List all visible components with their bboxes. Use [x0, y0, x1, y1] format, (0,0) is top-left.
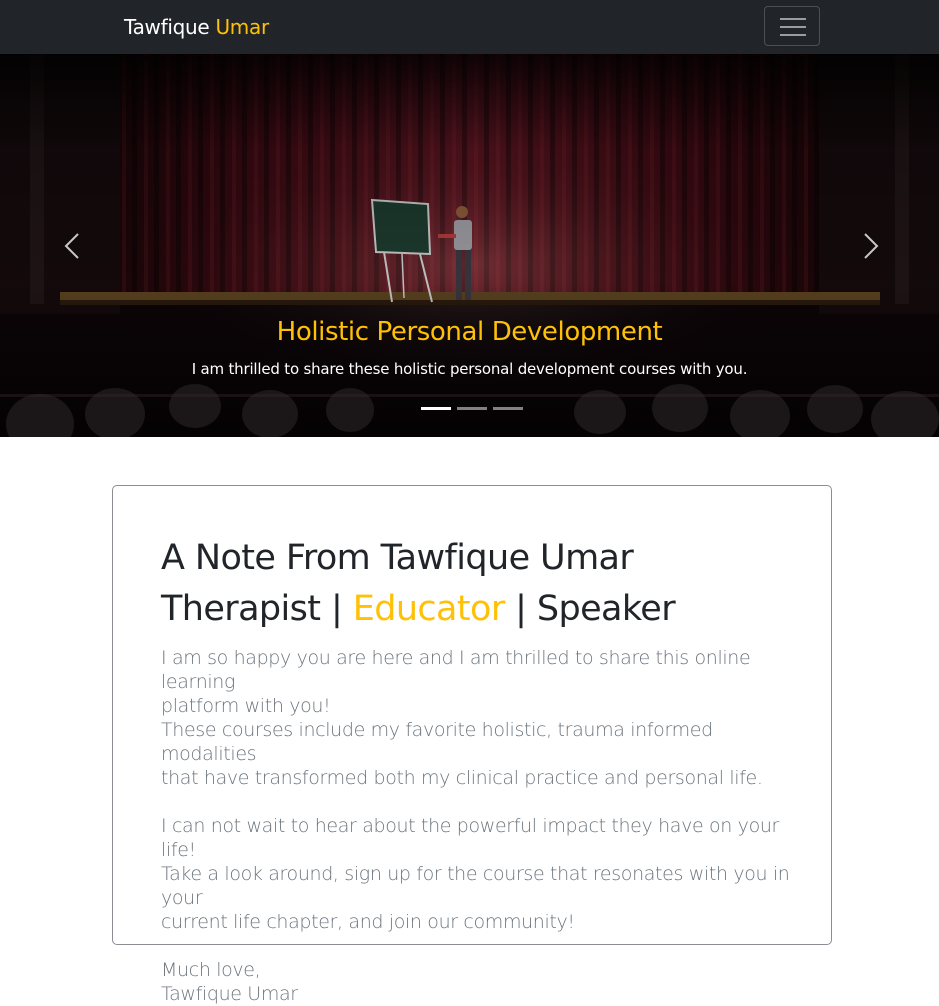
carousel-caption-text: I am thrilled to share these holistic pe…	[191, 360, 748, 378]
note-signoff: Much love,	[161, 959, 261, 981]
hero-carousel: Holistic Personal Development I am thril…	[0, 54, 939, 437]
navbar: Tawfique Umar	[0, 0, 939, 54]
role-separator: |	[504, 589, 537, 629]
brand-logo-link[interactable]: Tawfique Umar	[124, 15, 269, 39]
carousel-next-button[interactable]	[851, 224, 891, 268]
note-roles-heading: Therapist | Educator | Speaker	[161, 587, 676, 631]
carousel-indicator-3[interactable]	[493, 407, 523, 410]
note-body: I am so happy you are here and I am thri…	[161, 646, 791, 1006]
note-text-line: I can not wait to hear about the powerfu…	[161, 815, 779, 861]
carousel-indicator-1[interactable]	[421, 407, 451, 410]
note-text-line: current life chapter, and join our commu…	[161, 911, 575, 933]
navbar-toggler-button[interactable]	[764, 6, 820, 46]
role-therapist: Therapist	[161, 589, 321, 629]
brand-first-name: Tawfique	[124, 15, 210, 39]
role-speaker: Speaker	[536, 589, 676, 629]
chevron-right-icon	[864, 233, 879, 259]
note-text-line: that have transformed both my clinical p…	[161, 767, 763, 789]
carousel-slide-image	[0, 54, 939, 437]
brand-last-name: Umar	[215, 15, 269, 39]
note-text-line: These courses include my favorite holist…	[161, 719, 713, 765]
note-text-line: platform with you!	[161, 695, 331, 717]
role-separator: |	[320, 589, 353, 629]
note-text-line: I am so happy you are here and I am thri…	[161, 647, 751, 693]
note-card: A Note From Tawfique Umar Therapist | Ed…	[112, 485, 832, 1005]
carousel-caption-title: Holistic Personal Development	[276, 317, 663, 347]
carousel-prev-button[interactable]	[52, 224, 92, 268]
role-educator: Educator	[352, 589, 506, 629]
carousel-indicator-2[interactable]	[457, 407, 487, 410]
note-text-line: Take a look around, sign up for the cour…	[161, 863, 790, 909]
note-signature: Tawfique Umar	[161, 983, 298, 1005]
note-heading: A Note From Tawfique Umar	[161, 538, 634, 578]
chevron-left-icon	[64, 233, 79, 259]
